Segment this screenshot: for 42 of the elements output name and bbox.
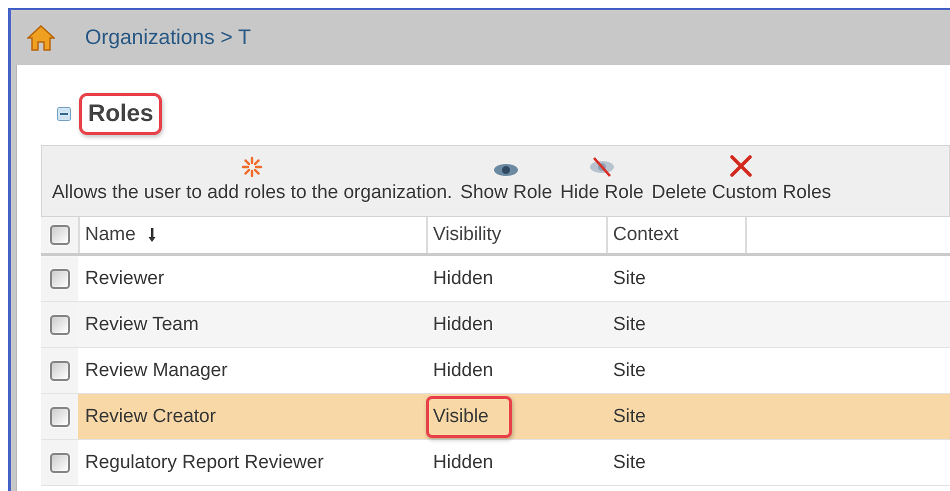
table-cell: Hidden [433, 360, 494, 382]
section-title: Roles [79, 93, 162, 135]
asterisk-icon [241, 156, 264, 178]
table-row[interactable]: Regulatory Report Reviewer Hidden Site [41, 440, 950, 486]
column-header[interactable]: Name [78, 217, 426, 253]
crossed-eye-icon [588, 156, 615, 178]
table-cell: Hidden [433, 314, 494, 336]
table-cell: Regulatory Report Reviewer [85, 452, 324, 474]
table-cell: Review Manager [85, 360, 228, 382]
table-cell: Hidden [433, 452, 494, 474]
table-row[interactable]: Review Creator Visible Site [41, 394, 950, 440]
row-checkbox[interactable] [50, 406, 70, 426]
row-checkbox[interactable] [50, 268, 70, 288]
sort-arrow-icon [148, 227, 156, 243]
table-cell: Review Creator [85, 406, 216, 428]
table-row[interactable]: Reviewer Hidden Site [41, 256, 950, 302]
table-row[interactable]: Review Manager Hidden Site [41, 348, 950, 394]
add-role-button[interactable]: Allows the user to add roles to the organization. [48, 156, 456, 204]
eye-icon [493, 162, 520, 178]
table-cell: Hidden [433, 268, 494, 290]
column-header[interactable]: Context [606, 217, 745, 253]
table-cell: Site [613, 360, 646, 382]
delete-button[interactable]: Delete Custom Roles [648, 154, 836, 204]
show-role-button[interactable]: Show Role [456, 162, 556, 204]
table-cell: Site [613, 406, 646, 428]
home-icon[interactable] [27, 24, 55, 50]
close-icon [729, 154, 754, 178]
table-cell: Site [613, 452, 646, 474]
breadcrumb[interactable]: Organizations > T [85, 26, 251, 50]
table-cell: Reviewer [85, 268, 164, 290]
select-all-checkbox[interactable] [50, 225, 70, 245]
collapse-icon[interactable] [57, 107, 71, 121]
column-header[interactable]: Visibility [426, 217, 606, 253]
row-checkbox[interactable] [50, 314, 70, 334]
table-row[interactable]: Review Team Hidden Site [41, 302, 950, 348]
hide-role-button[interactable]: Hide Role [556, 156, 648, 204]
row-checkbox[interactable] [50, 452, 70, 472]
table-cell: Review Team [85, 314, 199, 336]
table-cell: Site [613, 268, 646, 290]
table-cell: Site [613, 314, 646, 336]
table-cell: Visible [426, 396, 512, 438]
row-checkbox[interactable] [50, 360, 70, 380]
